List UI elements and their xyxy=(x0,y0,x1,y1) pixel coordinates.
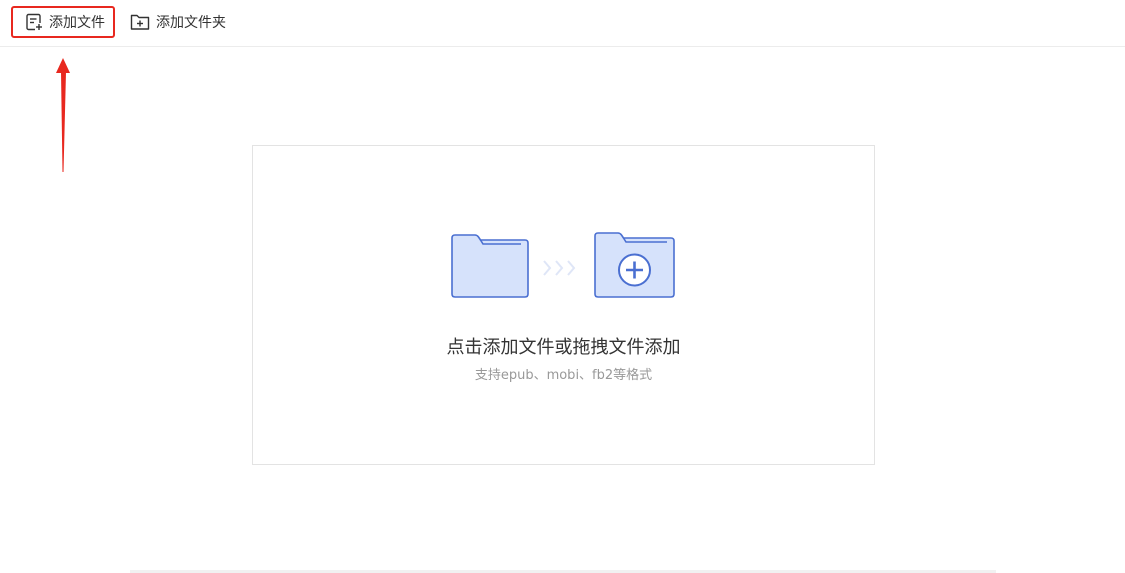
add-file-label: 添加文件 xyxy=(49,15,105,31)
add-folder-icon xyxy=(130,13,150,31)
source-folder-icon xyxy=(451,234,529,298)
drop-zone-title: 点击添加文件或拖拽文件添加 xyxy=(446,337,681,358)
file-drop-zone[interactable]: 点击添加文件或拖拽文件添加 支持epub、mobi、fb2等格式 xyxy=(252,145,875,465)
toolbar: 添加文件 添加文件夹 xyxy=(0,0,1125,47)
chevrons-right-icon xyxy=(543,260,576,276)
add-file-button[interactable]: 添加文件 xyxy=(11,6,115,38)
target-folder-add-icon xyxy=(594,232,675,298)
drop-illustration xyxy=(449,232,679,306)
add-folder-button[interactable]: 添加文件夹 xyxy=(130,6,226,38)
annotation-arrow-icon xyxy=(50,58,76,178)
drop-zone-subtitle: 支持epub、mobi、fb2等格式 xyxy=(474,368,653,383)
add-file-icon xyxy=(25,13,43,31)
add-folder-label: 添加文件夹 xyxy=(156,15,226,31)
